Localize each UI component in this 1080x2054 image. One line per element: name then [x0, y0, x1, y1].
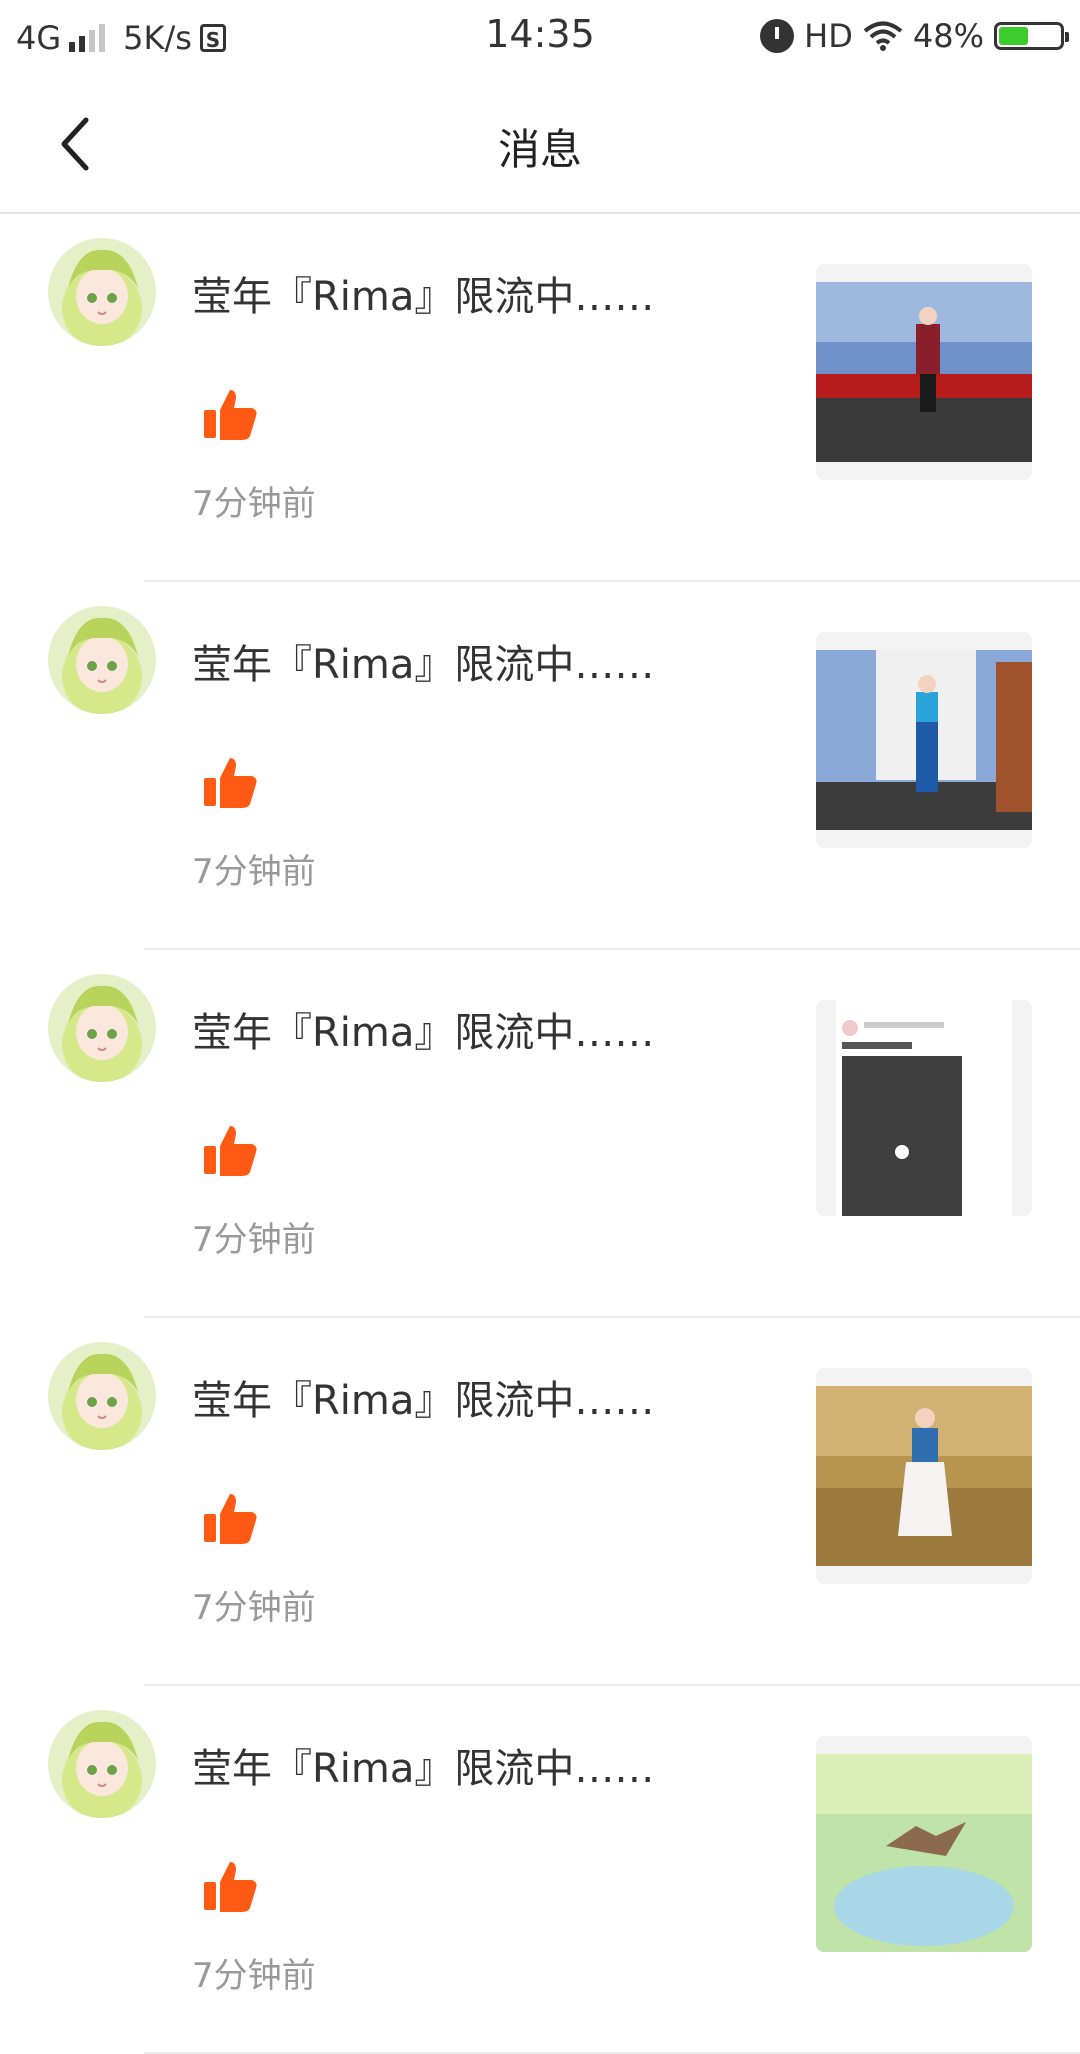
post-thumbnail[interactable] — [816, 264, 1032, 480]
hd-indicator: HD — [804, 17, 853, 55]
timestamp: 7分钟前 — [192, 1220, 316, 1260]
thumbs-up-icon — [204, 1862, 257, 1912]
wifi-icon — [863, 21, 903, 51]
timestamp: 7分钟前 — [192, 1956, 316, 1996]
nav-bar: 消息 — [0, 76, 1080, 214]
message-item[interactable]: 莹年『Rima』限流中…… 7分钟前 — [0, 582, 1080, 950]
sender-name[interactable]: 莹年『Rima』限流中…… — [192, 1368, 654, 1426]
message-list: 莹年『Rima』限流中…… 7分钟前 莹年『Rima』限流中…… 7分钟前 莹年… — [0, 214, 1080, 2054]
battery-icon — [994, 22, 1069, 50]
sender-name[interactable]: 莹年『Rima』限流中…… — [192, 1000, 654, 1058]
timestamp: 7分钟前 — [192, 1588, 316, 1628]
avatar[interactable] — [48, 1342, 156, 1450]
avatar[interactable] — [48, 238, 156, 346]
thumbs-up-icon — [204, 1494, 257, 1544]
timestamp: 7分钟前 — [192, 484, 316, 524]
avatar[interactable] — [48, 1710, 156, 1818]
page-title: 消息 — [497, 125, 582, 174]
message-item[interactable]: 莹年『Rima』限流中…… 7分钟前 — [0, 1686, 1080, 2054]
battery-fill — [999, 27, 1028, 45]
message-item[interactable]: 莹年『Rima』限流中…… 7分钟前 — [0, 1318, 1080, 1686]
avatar[interactable] — [48, 606, 156, 714]
sender-name[interactable]: 莹年『Rima』限流中…… — [192, 1736, 654, 1794]
post-thumbnail[interactable] — [816, 632, 1032, 848]
status-bar: 4G 5K/s S 14:35 HD 48% — [0, 0, 1080, 76]
post-thumbnail[interactable] — [816, 1000, 1032, 1216]
battery-percent: 48% — [912, 17, 984, 55]
thumbs-up-icon — [204, 390, 257, 440]
thumbs-up-icon — [204, 758, 257, 808]
status-right: HD 48% — [760, 14, 1069, 58]
sender-name[interactable]: 莹年『Rima』限流中…… — [192, 264, 654, 322]
post-thumbnail[interactable] — [816, 1368, 1032, 1584]
avatar[interactable] — [48, 974, 156, 1082]
alarm-icon — [760, 19, 795, 53]
timestamp: 7分钟前 — [192, 852, 316, 892]
thumbs-up-icon — [204, 1126, 257, 1176]
message-item[interactable]: 莹年『Rima』限流中…… 7分钟前 — [0, 214, 1080, 582]
sender-name[interactable]: 莹年『Rima』限流中…… — [192, 632, 654, 690]
message-item[interactable]: 莹年『Rima』限流中…… 7分钟前 — [0, 950, 1080, 1318]
